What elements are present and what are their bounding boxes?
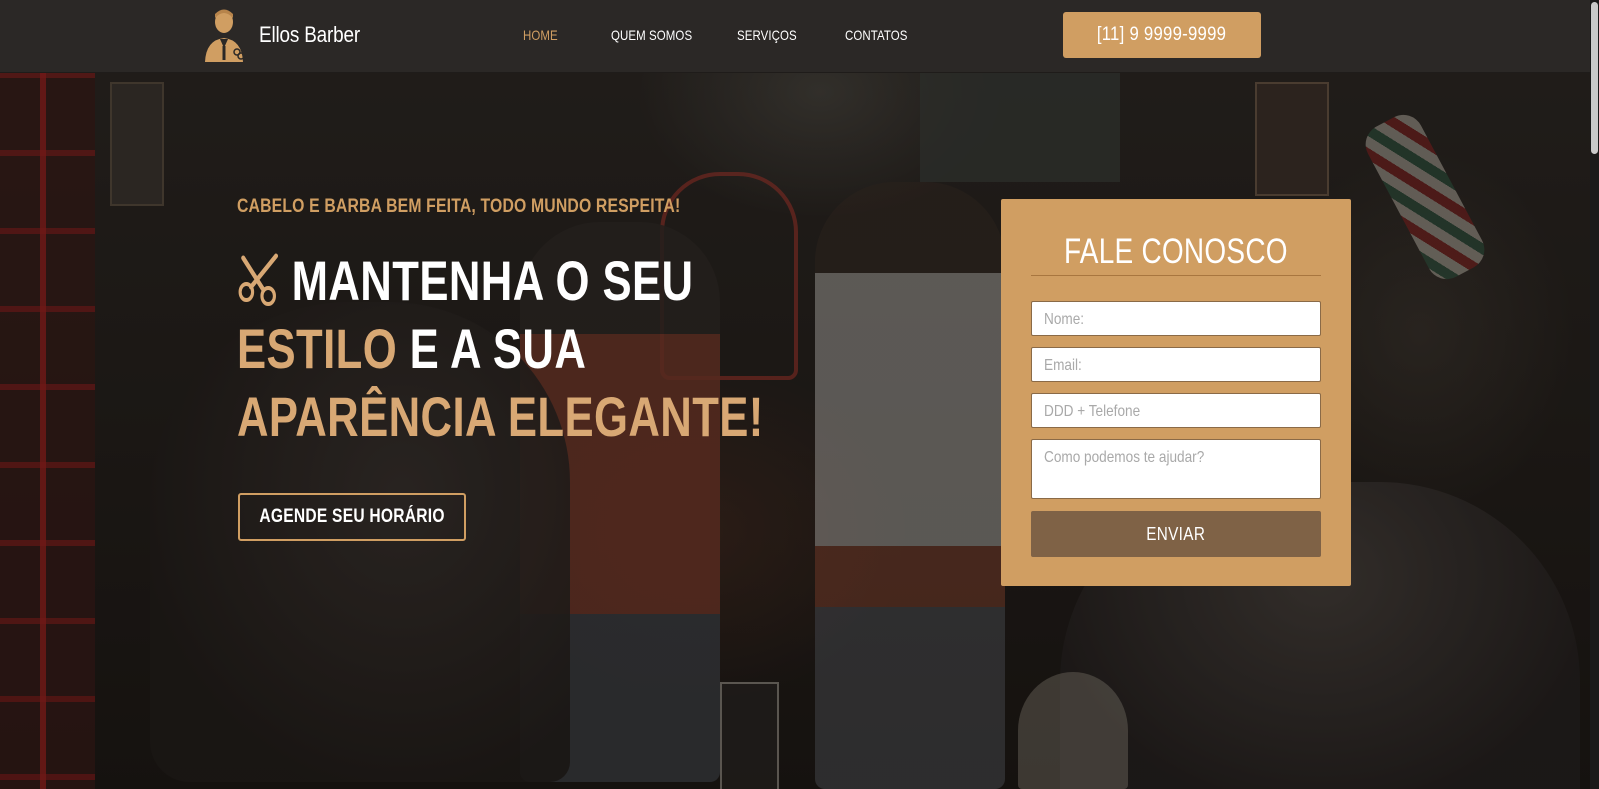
headline-line-3: APARÊNCIA ELEGANTE! (237, 385, 764, 448)
nav-home[interactable]: HOME (523, 27, 558, 43)
send-button-label: ENVIAR (1146, 523, 1206, 544)
message-field[interactable]: Como podemos te ajudar? (1031, 439, 1321, 499)
scrollbar-thumb[interactable] (1591, 2, 1598, 154)
contact-title: FALE CONOSCO (1064, 232, 1288, 271)
phone-field[interactable]: DDD + Telefone (1031, 393, 1321, 428)
nav-servicos[interactable]: SERVIÇOS (737, 27, 797, 43)
scissors-icon (238, 253, 278, 306)
schedule-button[interactable]: AGENDE SEU HORÁRIO (238, 493, 466, 541)
hero-headline: MANTENHA O SEU ESTILO E A SUA APARÊNCIA … (237, 247, 764, 451)
headline-line-2: E A SUA (397, 317, 587, 380)
email-placeholder: Email: (1044, 357, 1082, 374)
phone-button[interactable]: [11] 9 9999-9999 (1063, 12, 1261, 58)
nav-contatos[interactable]: CONTATOS (845, 27, 908, 43)
hero-tagline: CABELO E BARBA BEM FEITA, TODO MUNDO RES… (237, 196, 681, 217)
message-placeholder: Como podemos te ajudar? (1044, 449, 1205, 466)
barber-man-icon (205, 9, 245, 62)
name-placeholder: Nome: (1044, 311, 1085, 328)
brand-name: Ellos Barber (259, 22, 360, 47)
phone-placeholder: DDD + Telefone (1044, 403, 1141, 420)
brand-logo[interactable]: Ellos Barber (203, 8, 376, 62)
name-field[interactable]: Nome: (1031, 301, 1321, 336)
headline-accent-estilo: ESTILO (237, 317, 398, 380)
nav-quem-somos[interactable]: QUEM SOMOS (611, 27, 692, 43)
send-button[interactable]: ENVIAR (1031, 511, 1321, 557)
site-header: Ellos Barber HOME QUEM SOMOS SERVIÇOS CO… (0, 0, 1590, 73)
email-field[interactable]: Email: (1031, 347, 1321, 382)
page-scrollbar[interactable] (1590, 0, 1599, 789)
schedule-button-label: AGENDE SEU HORÁRIO (259, 506, 445, 527)
title-divider (1031, 275, 1321, 276)
phone-number: [11] 9 9999-9999 (1097, 24, 1227, 45)
headline-line-1: MANTENHA O SEU (291, 249, 694, 312)
contact-card: FALE CONOSCO Nome: Email: DDD + Telefone… (1001, 199, 1351, 586)
